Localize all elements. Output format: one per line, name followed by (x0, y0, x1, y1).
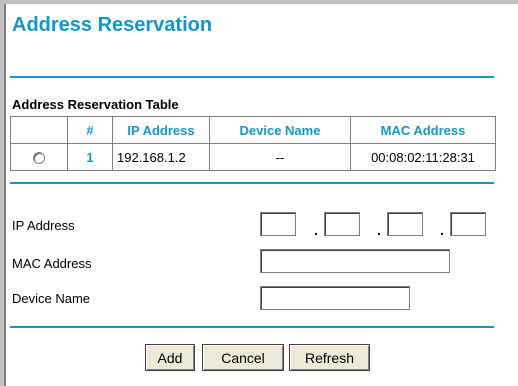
row-select-cell (10, 143, 68, 171)
row-ip-address: 192.168.1.2 (112, 143, 210, 171)
ip-octet-2-input[interactable] (324, 212, 360, 236)
page-title: Address Reservation (12, 14, 213, 36)
header-mac-address: MAC Address (350, 116, 496, 144)
device-name-input[interactable] (260, 286, 410, 310)
row-mac-address: 00:08:02:11:28:31 (350, 143, 496, 171)
ip-address-label: IP Address (12, 218, 75, 233)
add-button[interactable]: Add (145, 344, 195, 371)
ip-separator-2: . (377, 222, 381, 238)
row-device-name: -- (209, 143, 351, 171)
ip-octet-1-input[interactable] (260, 212, 296, 236)
table-row: 1 192.168.1.2 -- 00:08:02:11:28:31 (10, 143, 496, 171)
ip-separator-3: . (440, 222, 444, 238)
ip-separator-1: . (314, 222, 318, 238)
ip-octet-3-input[interactable] (387, 212, 423, 236)
header-select (10, 116, 68, 144)
mac-address-label: MAC Address (12, 256, 92, 271)
refresh-button[interactable]: Refresh (289, 344, 370, 371)
device-name-label: Device Name (12, 291, 91, 306)
window-frame-top (0, 0, 518, 4)
header-device-name: Device Name (209, 116, 351, 144)
divider-bottom (10, 326, 494, 328)
header-ip-address: IP Address (112, 116, 210, 144)
cancel-button[interactable]: Cancel (202, 344, 284, 371)
ip-octet-4-input[interactable] (450, 212, 486, 236)
table-header-row: # IP Address Device Name MAC Address (10, 116, 496, 144)
row-select-radio[interactable] (33, 152, 45, 165)
window-frame-left-shadow (4, 4, 6, 386)
mac-address-input[interactable] (260, 249, 450, 273)
row-number: 1 (67, 143, 113, 171)
reservation-table: # IP Address Device Name MAC Address 1 1… (10, 116, 496, 171)
table-title: Address Reservation Table (12, 97, 179, 112)
divider-middle (10, 182, 494, 184)
divider-top (10, 76, 494, 78)
header-number: # (67, 116, 113, 144)
